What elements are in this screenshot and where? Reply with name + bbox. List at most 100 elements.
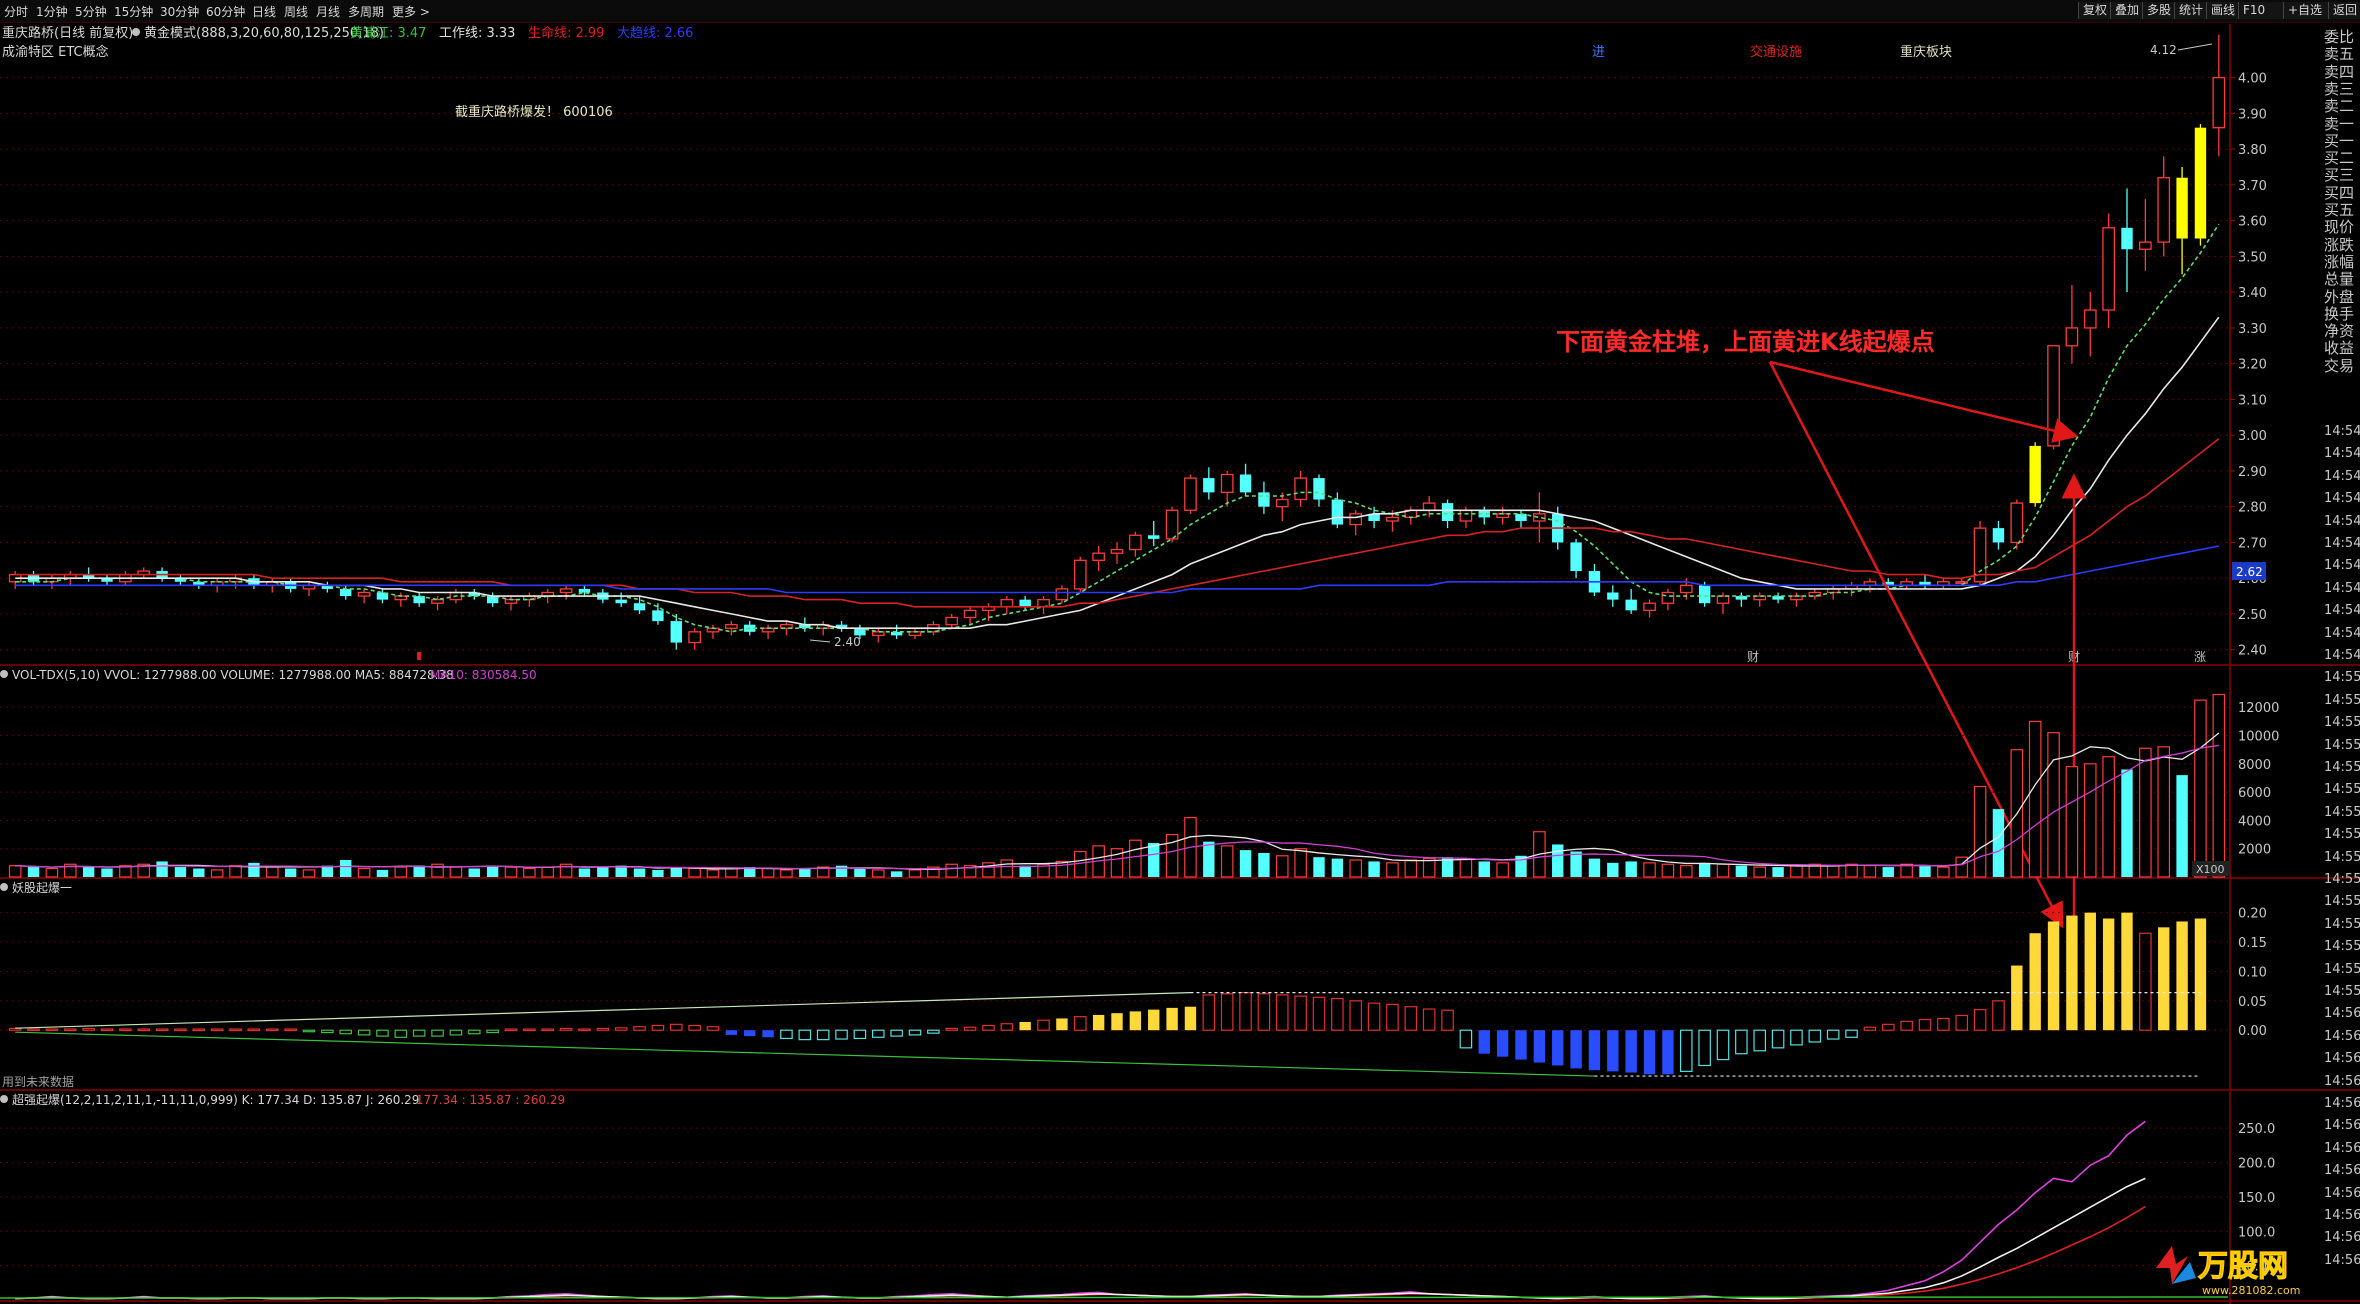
candle-body bbox=[2010, 502, 2024, 544]
volume-bar bbox=[302, 869, 316, 878]
kdj-k-line bbox=[15, 1177, 2146, 1300]
chart-canvas[interactable]: 4.00 3.90 3.80 3.70 3.60 3.50 3.40 3.30 3.20 3.10… bbox=[0, 0, 2360, 1304]
candle-body bbox=[413, 596, 425, 604]
candle-body bbox=[1110, 548, 1124, 554]
candle bbox=[2212, 34, 2226, 157]
volume-bar bbox=[1404, 859, 1418, 878]
candle bbox=[1037, 596, 1050, 614]
volume-bar bbox=[229, 865, 242, 878]
tick-time: 14:55 bbox=[2324, 961, 2360, 977]
tick-time: 14:55 bbox=[2324, 849, 2360, 865]
candle bbox=[1478, 506, 1490, 525]
watermark-text: 万股网 bbox=[2198, 1249, 2288, 1284]
candle bbox=[1165, 506, 1179, 543]
indicator1-bar bbox=[1716, 1029, 1730, 1061]
volume-bar bbox=[1129, 839, 1142, 878]
indicator1-bar bbox=[1404, 1006, 1418, 1031]
indicator1-header: 妖股起爆一 bbox=[12, 881, 72, 895]
kdj-j-line bbox=[15, 1120, 2146, 1300]
volume-bar bbox=[2139, 747, 2152, 878]
candle-body bbox=[633, 603, 646, 611]
price-tick-label: 2.80 bbox=[2238, 501, 2267, 516]
indicator1-bar bbox=[1073, 1016, 1087, 1031]
candle-body bbox=[725, 624, 738, 629]
volume-bar bbox=[1790, 865, 1803, 878]
indicator1-bar bbox=[669, 1023, 683, 1031]
price-tick-label: 3.50 bbox=[2238, 250, 2267, 265]
volume-bar bbox=[854, 868, 866, 877]
tick-time: 14:54 bbox=[2324, 424, 2360, 439]
indicator2-header: 超强起爆(12,2,11,2,11,1,-11,11,0,999) K: 177… bbox=[12, 1092, 419, 1107]
tick-time: 14:55 bbox=[2324, 782, 2360, 798]
candle-body bbox=[2029, 445, 2041, 504]
tick-time: 14:56 bbox=[2324, 1185, 2360, 1201]
volume-tick-label: 6000 bbox=[2238, 786, 2271, 801]
tick-time: 14:55 bbox=[2324, 827, 2360, 843]
candle bbox=[1625, 588, 1637, 614]
tick-time: 14:54 bbox=[2324, 648, 2360, 663]
candle bbox=[1643, 599, 1656, 618]
indicator1-bar bbox=[1918, 1019, 1932, 1031]
concept-label: 成渝特区 ETC概念 bbox=[2, 44, 109, 60]
candle bbox=[2139, 199, 2152, 271]
volume-header: VOL-TDX(5,10) VVOL: 1277988.00 VOLUME: 1… bbox=[12, 668, 454, 682]
candle-body bbox=[652, 610, 664, 622]
indicator1-bar bbox=[1735, 1029, 1748, 1055]
candle bbox=[945, 613, 959, 629]
volume-bar bbox=[1313, 857, 1325, 877]
indicator1-bar bbox=[394, 1029, 408, 1038]
candle bbox=[1313, 474, 1325, 507]
tick-time: 14:55 bbox=[2324, 894, 2360, 910]
volume-bar bbox=[1698, 862, 1711, 877]
ma-value-label: 黄浦江: 3.47 bbox=[350, 26, 426, 41]
indicator1-bar bbox=[2121, 912, 2133, 1031]
indicator1-bar bbox=[1588, 1030, 1601, 1071]
indicator1-bar bbox=[357, 1029, 371, 1036]
candle-body bbox=[1570, 542, 1582, 572]
candle-body bbox=[615, 599, 627, 604]
candle bbox=[963, 606, 977, 625]
indicator1-bar bbox=[927, 1029, 940, 1034]
candle-body bbox=[1515, 513, 1527, 521]
volume-bar bbox=[1992, 809, 2005, 877]
volume-bar bbox=[156, 861, 168, 877]
tick-time: 14:56 bbox=[2324, 1028, 2360, 1044]
volume-tick-label: 8000 bbox=[2238, 758, 2271, 773]
volume-bar bbox=[394, 866, 408, 878]
volume-bar bbox=[1882, 867, 1894, 877]
candle bbox=[1735, 592, 1748, 607]
candle-body bbox=[1331, 499, 1344, 525]
candle bbox=[1368, 506, 1380, 529]
candle-body bbox=[2194, 127, 2207, 239]
candle-body bbox=[1148, 535, 1160, 539]
volume-bar bbox=[871, 869, 885, 878]
indicator1-bar bbox=[633, 1026, 646, 1031]
indicator1-bar bbox=[412, 1029, 426, 1037]
indicator2-tick-label: 250.0 bbox=[2238, 1122, 2275, 1137]
indicator1-bar bbox=[1679, 1029, 1693, 1072]
indicator1-bar bbox=[2158, 927, 2170, 1031]
candle-body bbox=[688, 631, 701, 644]
indicator1-bar bbox=[1643, 1030, 1656, 1075]
candle bbox=[413, 592, 425, 607]
candle-body bbox=[2212, 76, 2226, 129]
volume-bar bbox=[1422, 858, 1436, 878]
indicator1-bar bbox=[1662, 1030, 1674, 1075]
indicator1-bar bbox=[1826, 1029, 1840, 1040]
volume-bar bbox=[1772, 867, 1784, 877]
candle bbox=[835, 621, 848, 632]
volume-bar bbox=[1570, 851, 1582, 877]
indicator-dot-icon bbox=[0, 1095, 8, 1103]
candle bbox=[615, 592, 627, 607]
tick-time: 14:56 bbox=[2324, 1208, 2360, 1223]
tick-time: 14:54 bbox=[2324, 603, 2360, 619]
volume-bar bbox=[265, 866, 279, 878]
indicator1-bar bbox=[871, 1029, 885, 1038]
future-data-note: 用到未来数据 bbox=[2, 1074, 74, 1089]
indicator1-bar bbox=[1478, 1030, 1490, 1054]
candle bbox=[2029, 442, 2041, 507]
volume-bar bbox=[340, 860, 352, 877]
candle bbox=[725, 621, 738, 636]
volume-bar bbox=[1239, 850, 1252, 877]
candle-body bbox=[1184, 477, 1197, 511]
